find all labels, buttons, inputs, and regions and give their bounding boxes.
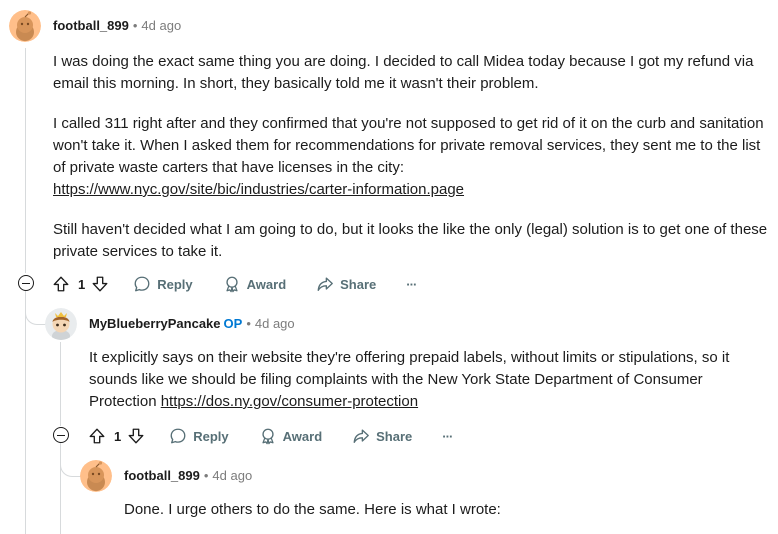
- comment-paragraph: Done. I urge others to do the same. Here…: [124, 501, 501, 518]
- share-button[interactable]: Share: [316, 275, 376, 293]
- comment-action-bar: 1 Reply Award Share ···: [88, 425, 453, 447]
- more-options-button[interactable]: ···: [406, 276, 417, 292]
- timestamp[interactable]: 4d ago: [212, 468, 252, 483]
- meta-separator: •: [132, 18, 138, 33]
- upvote-icon: [89, 428, 105, 444]
- share-label: Share: [340, 276, 377, 292]
- link-ny-consumer-protection[interactable]: https://dos.ny.gov/consumer-protection: [161, 393, 418, 410]
- snoo-avatar-icon: [9, 10, 41, 42]
- author-name[interactable]: MyBlueberryPancake: [89, 316, 221, 331]
- comment-action-bar: 1 Reply Award Share ···: [52, 273, 417, 295]
- thread-elbow-2: [60, 442, 81, 477]
- upvote-icon: [53, 276, 69, 292]
- share-icon: [353, 429, 370, 443]
- reply-label: Reply: [157, 276, 193, 292]
- reply-button[interactable]: Reply: [169, 427, 229, 445]
- share-icon: [317, 277, 334, 291]
- thread-line-3[interactable]: [60, 342, 61, 426]
- award-icon: [226, 276, 238, 293]
- avatar[interactable]: [80, 460, 112, 492]
- collapse-thread-button[interactable]: [53, 427, 69, 443]
- more-options-button[interactable]: ···: [442, 428, 453, 444]
- downvote-icon: [92, 276, 108, 292]
- thread-line-2[interactable]: [25, 292, 26, 534]
- author-name[interactable]: football_899: [124, 468, 200, 483]
- op-badge: OP: [223, 316, 243, 331]
- comment-body: It explicitly says on their website they…: [89, 347, 761, 413]
- timestamp[interactable]: 4d ago: [255, 316, 295, 331]
- reply-bubble-icon: [170, 428, 186, 444]
- vote-score: 1: [114, 428, 122, 444]
- downvote-icon: [128, 428, 144, 444]
- upvote-button[interactable]: [52, 275, 70, 293]
- comment-body: I was doing the exact same thing you are…: [53, 51, 768, 281]
- downvote-button[interactable]: [127, 427, 145, 445]
- comment-paragraph: I was doing the exact same thing you are…: [53, 53, 754, 92]
- paragraph-text: I called 311 right after and they confir…: [53, 115, 764, 176]
- avatar[interactable]: [9, 10, 41, 42]
- award-icon: [262, 428, 274, 445]
- more-options-icon: ···: [442, 428, 453, 444]
- downvote-button[interactable]: [91, 275, 109, 293]
- thread-elbow-1: [25, 290, 46, 325]
- link-nyc-carter[interactable]: https://www.nyc.gov/site/bic/industries/…: [53, 181, 464, 198]
- award-label: Award: [246, 276, 287, 292]
- reply-button[interactable]: Reply: [133, 275, 193, 293]
- comment-paragraph: It explicitly says on their website they…: [89, 347, 761, 413]
- award-button[interactable]: Award: [223, 275, 287, 293]
- meta-separator: •: [203, 468, 209, 483]
- award-label: Award: [282, 428, 323, 444]
- author-name[interactable]: football_899: [53, 18, 129, 33]
- timestamp[interactable]: 4d ago: [141, 18, 181, 33]
- snoo-avatar-icon: [80, 460, 112, 492]
- snoo-avatar-icon: [45, 308, 77, 340]
- share-button[interactable]: Share: [352, 427, 412, 445]
- collapse-thread-button[interactable]: [18, 275, 34, 291]
- comment-meta: football_899 • 4d ago: [53, 18, 181, 34]
- comment-meta: football_899 • 4d ago: [124, 468, 252, 484]
- meta-separator: •: [246, 316, 251, 331]
- upvote-button[interactable]: [88, 427, 106, 445]
- reply-label: Reply: [193, 428, 229, 444]
- comment-paragraph: Still haven't decided what I am going to…: [53, 221, 768, 260]
- thread-line-1[interactable]: [25, 48, 26, 273]
- avatar[interactable]: [45, 308, 77, 340]
- reply-bubble-icon: [134, 276, 150, 292]
- comment-paragraph: I called 311 right after and they confir…: [53, 113, 768, 201]
- share-label: Share: [376, 428, 413, 444]
- comment-body: Done. I urge others to do the same. Here…: [124, 499, 764, 521]
- award-button[interactable]: Award: [259, 427, 323, 445]
- vote-score: 1: [78, 276, 86, 292]
- more-options-icon: ···: [406, 276, 417, 292]
- comment-meta: MyBlueberryPancake OP • 4d ago: [89, 316, 295, 332]
